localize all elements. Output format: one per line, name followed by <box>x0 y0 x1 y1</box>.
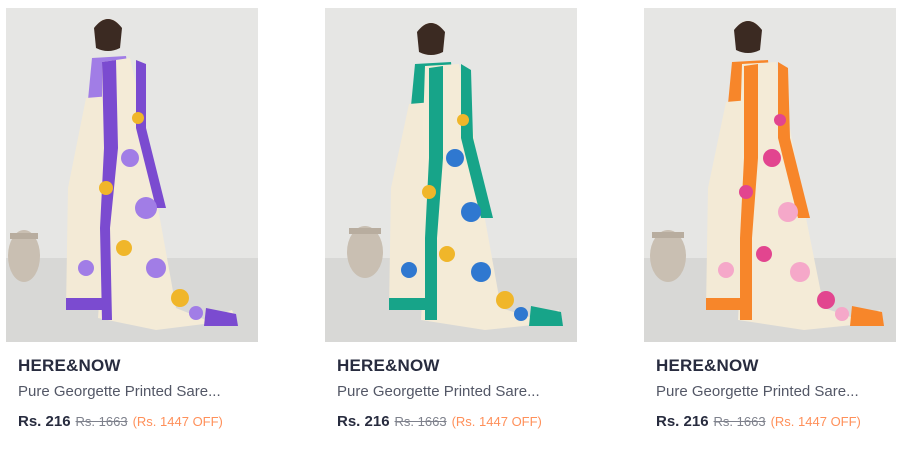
product-title[interactable]: Pure Georgette Printed Sare... <box>656 383 884 401</box>
product-image[interactable] <box>325 8 577 342</box>
product-card[interactable]: HERE&NOW Pure Georgette Printed Sare... … <box>644 8 896 431</box>
brand-name[interactable]: HERE&NOW <box>656 356 884 376</box>
selling-price: Rs. 216 <box>656 413 709 430</box>
price-row: Rs. 216 Rs. 1663 (Rs. 1447 OFF) <box>18 412 246 431</box>
product-title[interactable]: Pure Georgette Printed Sare... <box>18 383 246 401</box>
mrp-price: Rs. 1663 <box>75 414 128 429</box>
product-image[interactable] <box>644 8 896 342</box>
price-row: Rs. 216 Rs. 1663 (Rs. 1447 OFF) <box>337 412 565 431</box>
discount-label: (Rs. 1447 OFF) <box>770 414 861 429</box>
brand-name[interactable]: HERE&NOW <box>337 356 565 376</box>
product-image[interactable] <box>6 8 258 342</box>
product-card[interactable]: HERE&NOW Pure Georgette Printed Sare... … <box>325 8 577 431</box>
product-grid: HERE&NOW Pure Georgette Printed Sare... … <box>0 0 898 464</box>
brand-name[interactable]: HERE&NOW <box>18 356 246 376</box>
mrp-price: Rs. 1663 <box>394 414 447 429</box>
product-title[interactable]: Pure Georgette Printed Sare... <box>337 383 565 401</box>
discount-label: (Rs. 1447 OFF) <box>132 414 223 429</box>
price-row: Rs. 216 Rs. 1663 (Rs. 1447 OFF) <box>656 412 884 431</box>
mrp-price: Rs. 1663 <box>713 414 766 429</box>
selling-price: Rs. 216 <box>337 413 390 430</box>
discount-label: (Rs. 1447 OFF) <box>451 414 542 429</box>
product-card[interactable]: HERE&NOW Pure Georgette Printed Sare... … <box>6 8 258 431</box>
selling-price: Rs. 216 <box>18 413 71 430</box>
